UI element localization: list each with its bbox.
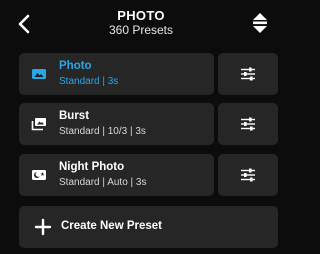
preset-detail: Standard | 3s bbox=[59, 76, 119, 87]
night-photo-mode-icon bbox=[32, 170, 46, 180]
page-subtitle: 360 Presets bbox=[108, 23, 174, 37]
sliders-icon bbox=[241, 67, 255, 81]
preset-row-photo: Photo Standard | 3s bbox=[19, 53, 278, 95]
create-new-preset-button[interactable]: Create New Preset bbox=[19, 206, 278, 248]
preset-settings-button-burst[interactable] bbox=[218, 103, 278, 145]
plus-icon bbox=[34, 218, 52, 236]
photo-mode-icon bbox=[32, 69, 46, 79]
preset-card-burst[interactable]: Burst Standard | 10/3 | 3s bbox=[19, 103, 214, 145]
sort-button[interactable] bbox=[248, 10, 272, 36]
sliders-icon bbox=[241, 168, 255, 182]
preset-card-night-photo[interactable]: Night Photo Standard | Auto | 3s bbox=[19, 154, 214, 196]
preset-name: Burst bbox=[59, 110, 90, 122]
preset-detail: Standard | Auto | 3s bbox=[59, 177, 147, 188]
sort-arrows-icon bbox=[253, 13, 267, 33]
preset-name: Night Photo bbox=[59, 161, 125, 173]
preset-detail: Standard | 10/3 | 3s bbox=[59, 126, 146, 137]
preset-name: Photo bbox=[59, 60, 92, 72]
preset-row-burst: Burst Standard | 10/3 | 3s bbox=[19, 103, 278, 145]
preset-card-photo[interactable]: Photo Standard | 3s bbox=[19, 53, 214, 95]
back-button[interactable] bbox=[12, 12, 36, 36]
sliders-icon bbox=[241, 117, 255, 131]
title-block: PHOTO 360 Presets bbox=[60, 8, 222, 38]
header: PHOTO 360 Presets bbox=[0, 0, 282, 44]
preset-settings-button-photo[interactable] bbox=[218, 53, 278, 95]
burst-mode-icon bbox=[31, 118, 46, 131]
chevron-left-icon bbox=[18, 14, 30, 34]
preset-row-night-photo: Night Photo Standard | Auto | 3s bbox=[19, 154, 278, 196]
preset-settings-button-night-photo[interactable] bbox=[218, 154, 278, 196]
page-title: PHOTO bbox=[117, 8, 165, 23]
create-new-preset-label: Create New Preset bbox=[61, 220, 162, 232]
